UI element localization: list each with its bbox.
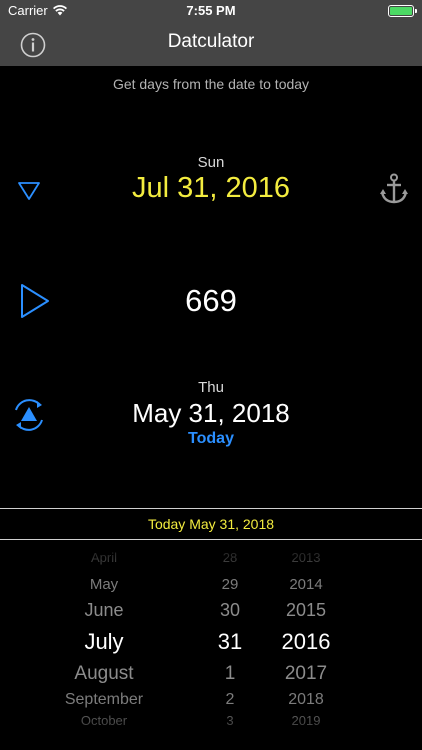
picker-month[interactable]: June — [40, 598, 168, 622]
navigation-bar: Datculator — [0, 22, 422, 66]
battery-icon — [388, 5, 417, 17]
start-date[interactable]: Jul 31, 2016 — [0, 172, 422, 205]
page-title: Datculator — [167, 31, 255, 52]
end-weekday: Thu — [198, 379, 224, 396]
picker-row[interactable]: October 3 2019 — [0, 714, 422, 728]
instruction-text: Get days from the date to today — [112, 76, 310, 92]
picker-year[interactable]: 2019 — [266, 714, 346, 728]
picker-row[interactable]: September 2 2018 — [0, 690, 422, 710]
picker-month[interactable]: May — [40, 575, 168, 595]
picker-year[interactable]: 2017 — [266, 661, 346, 687]
picker-year[interactable]: 2018 — [266, 690, 346, 710]
today-bar-text: Today May 31, 2018 — [147, 516, 275, 532]
end-date[interactable]: May 31, 2018 — [0, 398, 422, 429]
picker-day[interactable]: 30 — [200, 598, 260, 622]
picker-month[interactable]: April — [40, 551, 168, 565]
start-weekday: Sun — [197, 154, 225, 171]
anchor-icon[interactable] — [380, 173, 408, 205]
picker-day[interactable]: 3 — [200, 714, 260, 728]
picker-day[interactable]: 1 — [200, 661, 260, 687]
picker-month[interactable]: October — [40, 714, 168, 728]
picker-day[interactable]: 2 — [200, 690, 260, 710]
days-count: 669 — [185, 283, 237, 318]
picker-year[interactable]: 2013 — [266, 551, 346, 565]
picker-month[interactable]: August — [40, 661, 168, 687]
picker-day[interactable]: 29 — [200, 575, 260, 595]
status-bar: Carrier 7:55 PM — [0, 0, 422, 22]
picker-row[interactable]: July 31 2016 — [0, 627, 422, 657]
picker-day[interactable]: 31 — [200, 627, 260, 657]
picker-row[interactable]: May 29 2014 — [0, 575, 422, 595]
today-link[interactable]: Today — [0, 430, 422, 448]
picker-year[interactable]: 2015 — [266, 598, 346, 622]
today-bar[interactable]: Today May 31, 2018 — [0, 508, 422, 540]
picker-day[interactable]: 28 — [200, 551, 260, 565]
picker-year[interactable]: 2014 — [266, 575, 346, 595]
picker-year[interactable]: 2016 — [266, 627, 346, 657]
picker-row[interactable]: June 30 2015 — [0, 598, 422, 622]
status-time: 7:55 PM — [186, 3, 236, 18]
date-picker[interactable]: April 28 2013 May 29 2014 June 30 2015 J… — [0, 540, 422, 750]
picker-month[interactable]: September — [40, 690, 168, 710]
picker-row[interactable]: April 28 2013 — [0, 551, 422, 565]
picker-month[interactable]: July — [40, 627, 168, 657]
picker-row[interactable]: August 1 2017 — [0, 661, 422, 687]
